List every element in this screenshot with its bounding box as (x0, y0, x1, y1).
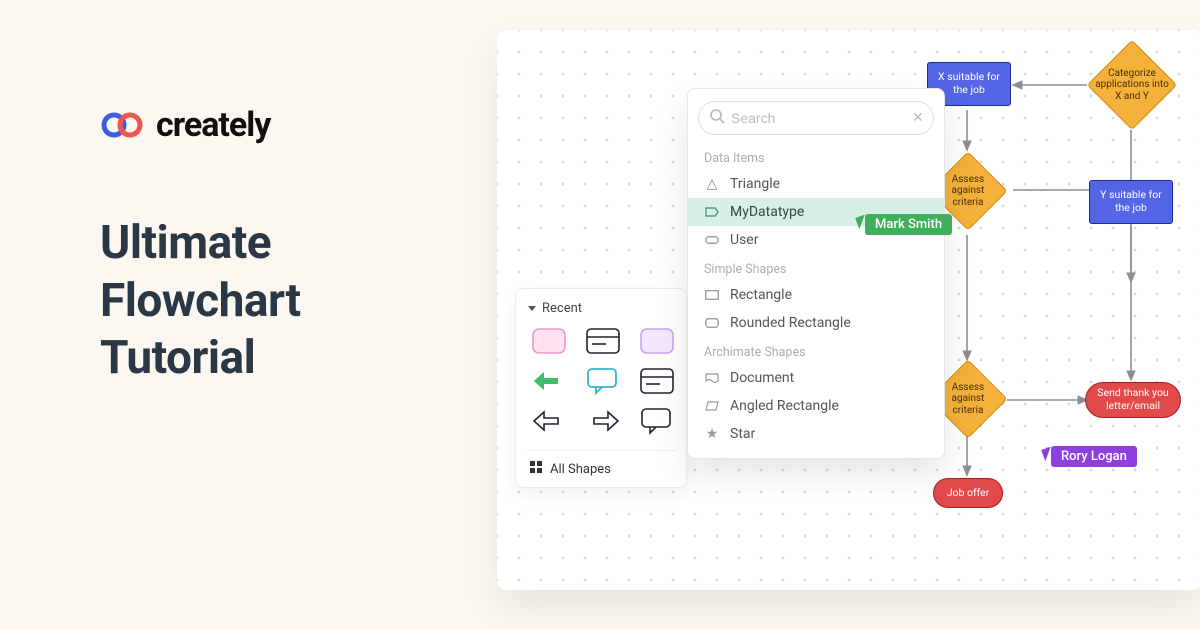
search-input[interactable] (731, 110, 912, 126)
item-label: MyDatatype (730, 204, 804, 220)
rounded-rectangle-icon (704, 318, 720, 328)
shape-arrow-right-outline[interactable] (584, 406, 622, 436)
item-label: Rectangle (730, 287, 792, 303)
item-label: Triangle (730, 176, 780, 192)
item-label: Star (730, 426, 755, 442)
group-label: Archimate Shapes (688, 337, 944, 364)
shape-search-popover: ✕ Data Items △ Triangle MyDatatype User S… (687, 88, 945, 459)
shape-rounded-pink[interactable] (530, 326, 568, 356)
page-headline: Ultimate Flowchart Tutorial (100, 215, 430, 388)
presence-cursor-user1: Mark Smith (857, 214, 952, 235)
all-shapes-button[interactable]: All Shapes (526, 450, 676, 479)
shape-speech-bubble-outline[interactable] (638, 406, 676, 436)
pill-icon (704, 236, 720, 244)
editor-canvas[interactable]: X suitable for the job Categorize applic… (497, 30, 1200, 590)
shape-card-icon-2[interactable] (638, 366, 676, 396)
rectangle-icon (704, 290, 720, 300)
clear-icon[interactable]: ✕ (912, 110, 924, 126)
shape-card-icon[interactable] (584, 326, 622, 356)
item-label: User (730, 232, 758, 248)
presence-label: Mark Smith (865, 214, 952, 235)
brand-name: creately (156, 105, 270, 145)
document-icon (704, 373, 720, 384)
shapes-section-label: Recent (542, 301, 582, 316)
shape-arrow-left-green[interactable] (530, 366, 568, 396)
parallelogram-icon (704, 401, 720, 411)
node-label: Job offer (947, 487, 990, 500)
node-label: Categorize applications into X and Y (1094, 68, 1170, 103)
search-field[interactable]: ✕ (698, 101, 934, 135)
node-label: Assess against criteria (938, 174, 998, 209)
item-label: Angled Rectangle (730, 398, 839, 414)
shape-speech-bubble-cyan[interactable] (584, 366, 622, 396)
item-label: Document (730, 370, 794, 386)
shape-item-document[interactable]: Document (688, 364, 944, 392)
star-icon: ★ (704, 426, 720, 442)
all-shapes-label: All Shapes (550, 462, 611, 477)
shape-item-angled-rectangle[interactable]: Angled Rectangle (688, 392, 944, 420)
shape-item-triangle[interactable]: △ Triangle (688, 170, 944, 198)
shapes-panel: Recent All Shapes (515, 288, 687, 488)
presence-cursor-user2: Rory Logan (1043, 446, 1137, 467)
search-icon (709, 108, 725, 128)
node-y-suitable[interactable]: Y suitable for the job (1089, 180, 1173, 224)
node-categorize[interactable]: Categorize applications into X and Y (1089, 42, 1175, 128)
shape-item-star[interactable]: ★ Star (688, 420, 944, 448)
node-label: Y suitable for the job (1094, 189, 1168, 214)
item-label: Rounded Rectangle (730, 315, 851, 331)
node-label: Assess against criteria (938, 382, 998, 417)
presence-label: Rory Logan (1051, 446, 1137, 467)
node-send-letter[interactable]: Send thank you letter/email (1085, 382, 1181, 418)
logo-mark-icon (100, 112, 146, 138)
shape-item-rounded-rectangle[interactable]: Rounded Rectangle (688, 309, 944, 337)
tag-icon (704, 207, 720, 217)
node-label: Send thank you letter/email (1090, 387, 1176, 412)
node-job-offer[interactable]: Job offer (933, 478, 1003, 508)
chevron-down-icon (528, 306, 536, 311)
triangle-icon: △ (704, 176, 720, 192)
brand-logo: creately (100, 105, 430, 145)
group-label: Simple Shapes (688, 254, 944, 281)
group-label: Data Items (688, 143, 944, 170)
shapes-panel-section-toggle[interactable]: Recent (526, 301, 676, 316)
shape-item-rectangle[interactable]: Rectangle (688, 281, 944, 309)
shape-arrow-left-outline[interactable] (530, 406, 568, 436)
grid-icon (530, 461, 542, 477)
shape-rounded-purple[interactable] (638, 326, 676, 356)
